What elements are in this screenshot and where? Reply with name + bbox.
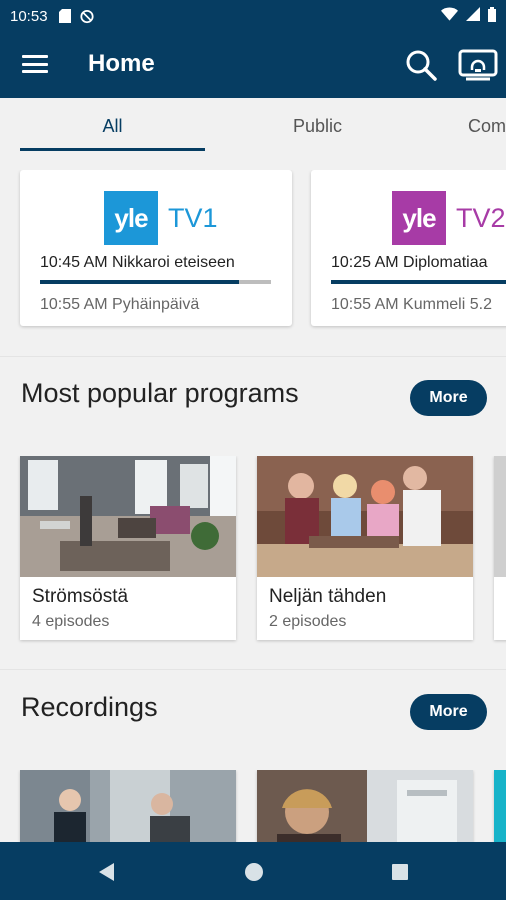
page-title: Home [88, 50, 155, 77]
recording-card[interactable] [257, 770, 473, 842]
wifi-icon [441, 7, 458, 25]
signal-icon [466, 7, 480, 25]
program-card-stromsosta[interactable]: Strömsöstä 4 episodes [20, 456, 236, 640]
current-program: 10:25 AM Diplomatiaa [331, 254, 488, 271]
tab-bar: All Public Com [0, 98, 506, 154]
battery-icon [488, 6, 496, 26]
popular-section-title: Most popular programs [21, 378, 299, 408]
program-episodes: 2 episodes [269, 613, 347, 630]
cast-icon[interactable] [458, 48, 498, 82]
recording-thumbnail [257, 770, 473, 842]
channel-row: yle TV1 10:45 AM Nikkaroi eteiseen 10:55… [0, 170, 506, 330]
next-program: 10:55 AM Pyhäinpäivä [40, 296, 200, 313]
program-progress-bar [40, 280, 271, 284]
program-thumbnail [494, 456, 506, 577]
recording-thumbnail [20, 770, 236, 842]
next-program: 10:55 AM Kummeli 5.2 [331, 296, 492, 313]
program-card-partial[interactable] [494, 456, 506, 640]
yle-logo-icon: yle [104, 191, 158, 245]
program-card-neljan-tahden[interactable]: Neljän tähden 2 episodes [257, 456, 473, 640]
channel-name: TV2 [456, 202, 506, 233]
program-title: Strömsöstä [32, 586, 129, 607]
recordings-section-title: Recordings [21, 692, 158, 722]
recording-card[interactable] [20, 770, 236, 842]
channel-logo: yle TV2 [392, 191, 506, 245]
tab-public[interactable]: Public [225, 98, 410, 154]
status-time: 10:53 [10, 7, 48, 25]
search-icon[interactable] [404, 48, 438, 82]
status-bar: 10:53 [0, 0, 506, 32]
channel-name: TV1 [168, 202, 218, 233]
yle-logo-icon: yle [392, 191, 446, 245]
channel-logo: yle TV1 [104, 191, 218, 245]
no-disturb-icon [79, 9, 94, 23]
recordings-more-button[interactable]: More [410, 694, 487, 730]
sd-card-icon [58, 9, 72, 23]
channel-card-tv2[interactable]: yle TV2 10:25 AM Diplomatiaa 10:55 AM Ku… [311, 170, 506, 326]
app-bar: Home [0, 32, 506, 98]
program-title: Neljän tähden [269, 586, 387, 607]
tab-commercial[interactable]: Com [430, 98, 506, 154]
channel-card-tv1[interactable]: yle TV1 10:45 AM Nikkaroi eteiseen 10:55… [20, 170, 292, 326]
system-nav-bar [0, 842, 506, 900]
back-icon[interactable] [94, 860, 118, 884]
section-divider [0, 669, 506, 670]
popular-more-button[interactable]: More [410, 380, 487, 416]
recents-icon[interactable] [388, 860, 412, 884]
home-icon[interactable] [242, 860, 266, 884]
program-thumbnail [20, 456, 236, 577]
hamburger-menu-icon[interactable] [22, 52, 48, 76]
section-divider [0, 356, 506, 357]
program-episodes: 4 episodes [32, 613, 110, 630]
tab-all[interactable]: All [20, 98, 205, 154]
current-program: 10:45 AM Nikkaroi eteiseen [40, 254, 235, 271]
recordings-row [0, 770, 506, 842]
recording-card-partial[interactable] [494, 770, 506, 842]
program-thumbnail [257, 456, 473, 577]
active-tab-indicator [20, 148, 205, 151]
program-progress-bar [331, 280, 506, 284]
popular-programs-row: Strömsöstä 4 episodes Neljän tähden 2 ep… [0, 456, 506, 646]
